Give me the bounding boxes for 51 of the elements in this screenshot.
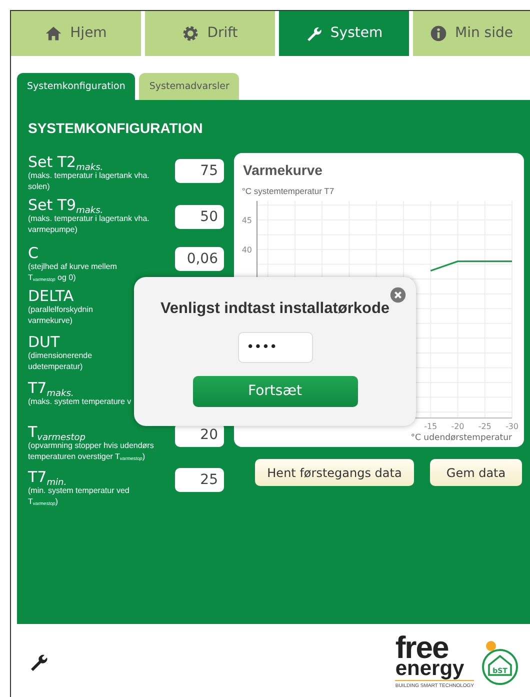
value-field[interactable]: 50	[175, 205, 224, 230]
setting-description: varmekurve)	[28, 316, 74, 328]
logo-text: free	[395, 636, 448, 662]
nav-tab[interactable]: System	[279, 11, 409, 56]
setting-label: T7$_{maks.}$	[28, 379, 75, 398]
setting-label: DELTA	[28, 287, 74, 306]
tick-label: -30	[505, 422, 519, 432]
logo-text: energy	[395, 661, 474, 681]
setting-label: T$_{varmestop}$	[28, 423, 86, 442]
setting-description: (maks. temperatur i lagertank vha.	[28, 171, 150, 182]
setting-description: (maks. temperatur i lagertank vha.	[28, 214, 150, 226]
sub-tab[interactable]: Systemkonfiguration	[17, 73, 136, 100]
panel-heading: SYSTEMKONFIGURATION	[28, 119, 204, 138]
setting-description: (min. system temperatur ved	[28, 486, 130, 498]
sub-tab[interactable]: Systemadvarsler	[139, 73, 240, 100]
gear-icon	[182, 25, 200, 42]
setting-label: Set T2$_{maks.}$	[28, 153, 104, 172]
close-icon[interactable]	[390, 287, 406, 304]
setting-label: DUT	[28, 333, 60, 352]
setting-description: (maks. system temperature v	[28, 397, 132, 408]
tick-label: 45	[242, 216, 252, 226]
value-field[interactable]: 75	[175, 159, 224, 184]
fetch-data-button[interactable]: Hent førstegangs data	[255, 459, 414, 486]
wrench-icon	[305, 25, 322, 42]
nav-tab[interactable]: Drift	[145, 11, 275, 56]
home-icon	[45, 25, 62, 42]
save-button[interactable]: Gem data	[430, 459, 522, 486]
setting-label: C	[28, 244, 38, 262]
setting-description: solen)	[28, 182, 51, 193]
tick-label: -15	[424, 422, 438, 432]
tick-label: -25	[478, 422, 492, 432]
chart-title: Varmekurve	[242, 161, 324, 178]
setting-description: (opvarmning stopper hvis udendørs	[28, 441, 155, 452]
setting-description: (dimensionerende	[28, 351, 94, 362]
setting-description: udetemperatur)	[28, 362, 84, 374]
setting-description: (stejlhed af kurve mellem	[28, 262, 118, 274]
setting-label: Set T9$_{maks.}$	[28, 196, 104, 214]
setting-label: T7$_{min.}$	[28, 468, 68, 486]
value-field[interactable]: 0,06	[175, 247, 224, 272]
nav-tab[interactable]: Hjem	[11, 11, 141, 56]
tick-label: 40	[242, 246, 252, 255]
continue-button[interactable]: Fortsæt	[192, 376, 358, 406]
setting-description: varmepumpe)	[28, 225, 78, 236]
dialog-title: Venligst indtast installatørkode	[160, 299, 390, 320]
x-axis-label: °C udendørstemperatur	[410, 433, 512, 444]
tick-label: -20	[451, 422, 464, 432]
code-field[interactable]: ••••	[238, 332, 312, 362]
nav-tab[interactable]: Min side	[413, 11, 530, 56]
value-field[interactable]: 25	[175, 468, 224, 492]
info-icon	[430, 25, 447, 42]
y-axis-label: °C systemtemperatur T7	[241, 185, 336, 196]
